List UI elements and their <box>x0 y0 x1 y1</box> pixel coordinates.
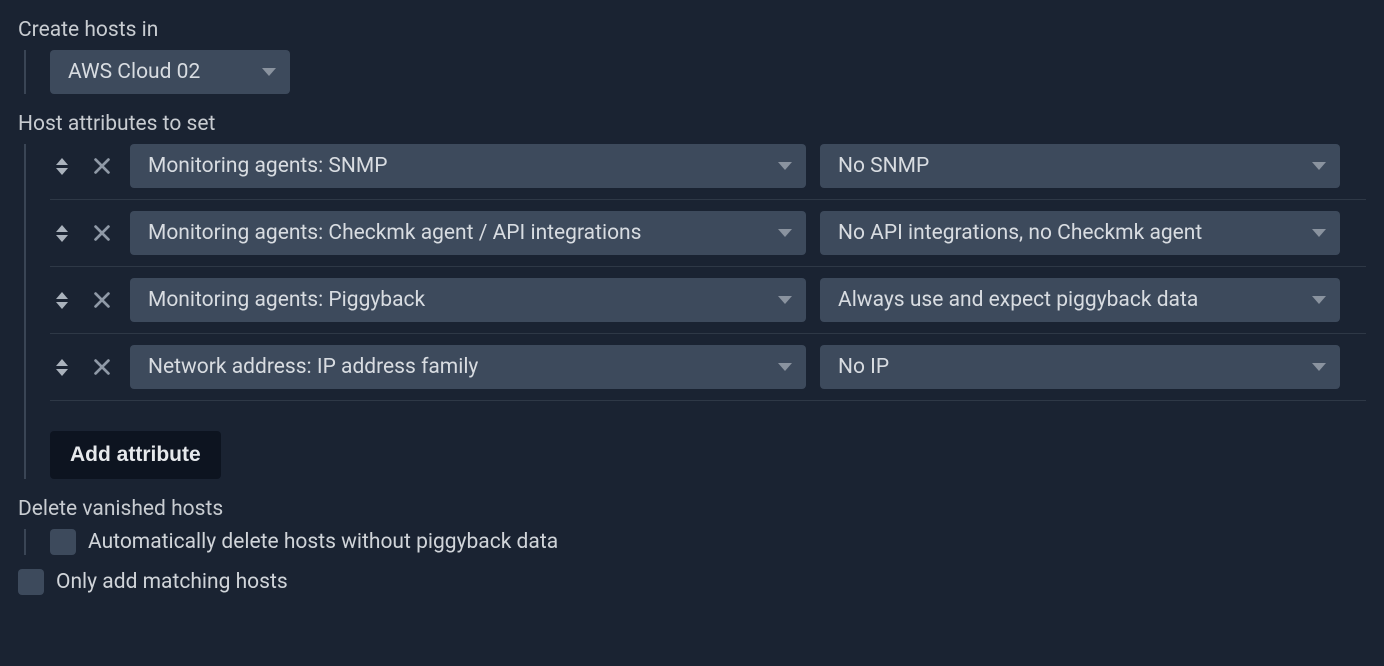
reorder-handle[interactable] <box>50 225 74 242</box>
attribute-value-value: No SNMP <box>838 154 929 178</box>
attribute-value-value: Always use and expect piggyback data <box>838 288 1198 312</box>
attribute-name-value: Network address: IP address family <box>148 355 478 379</box>
remove-attribute-button[interactable] <box>88 353 116 381</box>
chevron-down-icon <box>778 229 792 237</box>
reorder-handle[interactable] <box>50 359 74 376</box>
chevron-down-icon <box>56 235 68 242</box>
attribute-name-value: Monitoring agents: Piggyback <box>148 288 425 312</box>
attribute-value-dropdown[interactable]: No SNMP <box>820 144 1340 188</box>
reorder-handle[interactable] <box>50 158 74 175</box>
close-icon <box>91 222 113 244</box>
host-attributes-label: Host attributes to set <box>18 112 1366 136</box>
attribute-name-dropdown[interactable]: Monitoring agents: Checkmk agent / API i… <box>130 211 806 255</box>
chevron-down-icon <box>778 162 792 170</box>
create-hosts-folder-value: AWS Cloud 02 <box>68 60 200 84</box>
chevron-up-icon <box>56 292 68 299</box>
chevron-down-icon <box>56 168 68 175</box>
remove-attribute-button[interactable] <box>88 152 116 180</box>
chevron-down-icon <box>1312 162 1326 170</box>
chevron-up-icon <box>56 359 68 366</box>
chevron-down-icon <box>1312 363 1326 371</box>
create-hosts-label: Create hosts in <box>18 18 1366 42</box>
only-matching-label: Only add matching hosts <box>56 570 288 594</box>
close-icon <box>91 289 113 311</box>
attribute-name-value: Monitoring agents: Checkmk agent / API i… <box>148 221 642 245</box>
only-matching-checkbox[interactable] <box>18 569 44 595</box>
delete-vanished-label: Delete vanished hosts <box>18 497 1366 521</box>
attribute-name-dropdown[interactable]: Monitoring agents: SNMP <box>130 144 806 188</box>
close-icon <box>91 356 113 378</box>
attribute-value-dropdown[interactable]: No IP <box>820 345 1340 389</box>
attribute-row: Network address: IP address family No IP <box>50 334 1366 401</box>
attribute-row: Monitoring agents: Checkmk agent / API i… <box>50 200 1366 267</box>
remove-attribute-button[interactable] <box>88 219 116 247</box>
attribute-value-value: No IP <box>838 355 889 379</box>
chevron-down-icon <box>1312 229 1326 237</box>
auto-delete-checkbox[interactable] <box>50 529 76 555</box>
auto-delete-label: Automatically delete hosts without piggy… <box>88 530 558 554</box>
chevron-up-icon <box>56 225 68 232</box>
attribute-name-dropdown[interactable]: Network address: IP address family <box>130 345 806 389</box>
chevron-down-icon <box>1312 296 1326 304</box>
chevron-down-icon <box>56 369 68 376</box>
attribute-row: Monitoring agents: Piggyback Always use … <box>50 267 1366 334</box>
chevron-down-icon <box>262 68 276 76</box>
chevron-up-icon <box>56 158 68 165</box>
chevron-down-icon <box>778 363 792 371</box>
attribute-value-dropdown[interactable]: No API integrations, no Checkmk agent <box>820 211 1340 255</box>
attribute-value-value: No API integrations, no Checkmk agent <box>838 221 1202 245</box>
attribute-value-dropdown[interactable]: Always use and expect piggyback data <box>820 278 1340 322</box>
chevron-down-icon <box>56 302 68 309</box>
attribute-name-dropdown[interactable]: Monitoring agents: Piggyback <box>130 278 806 322</box>
add-attribute-button[interactable]: Add attribute <box>50 431 221 479</box>
close-icon <box>91 155 113 177</box>
attribute-row: Monitoring agents: SNMP No SNMP <box>50 144 1366 200</box>
reorder-handle[interactable] <box>50 292 74 309</box>
create-hosts-folder-dropdown[interactable]: AWS Cloud 02 <box>50 50 290 94</box>
attribute-name-value: Monitoring agents: SNMP <box>148 154 387 178</box>
remove-attribute-button[interactable] <box>88 286 116 314</box>
chevron-down-icon <box>778 296 792 304</box>
